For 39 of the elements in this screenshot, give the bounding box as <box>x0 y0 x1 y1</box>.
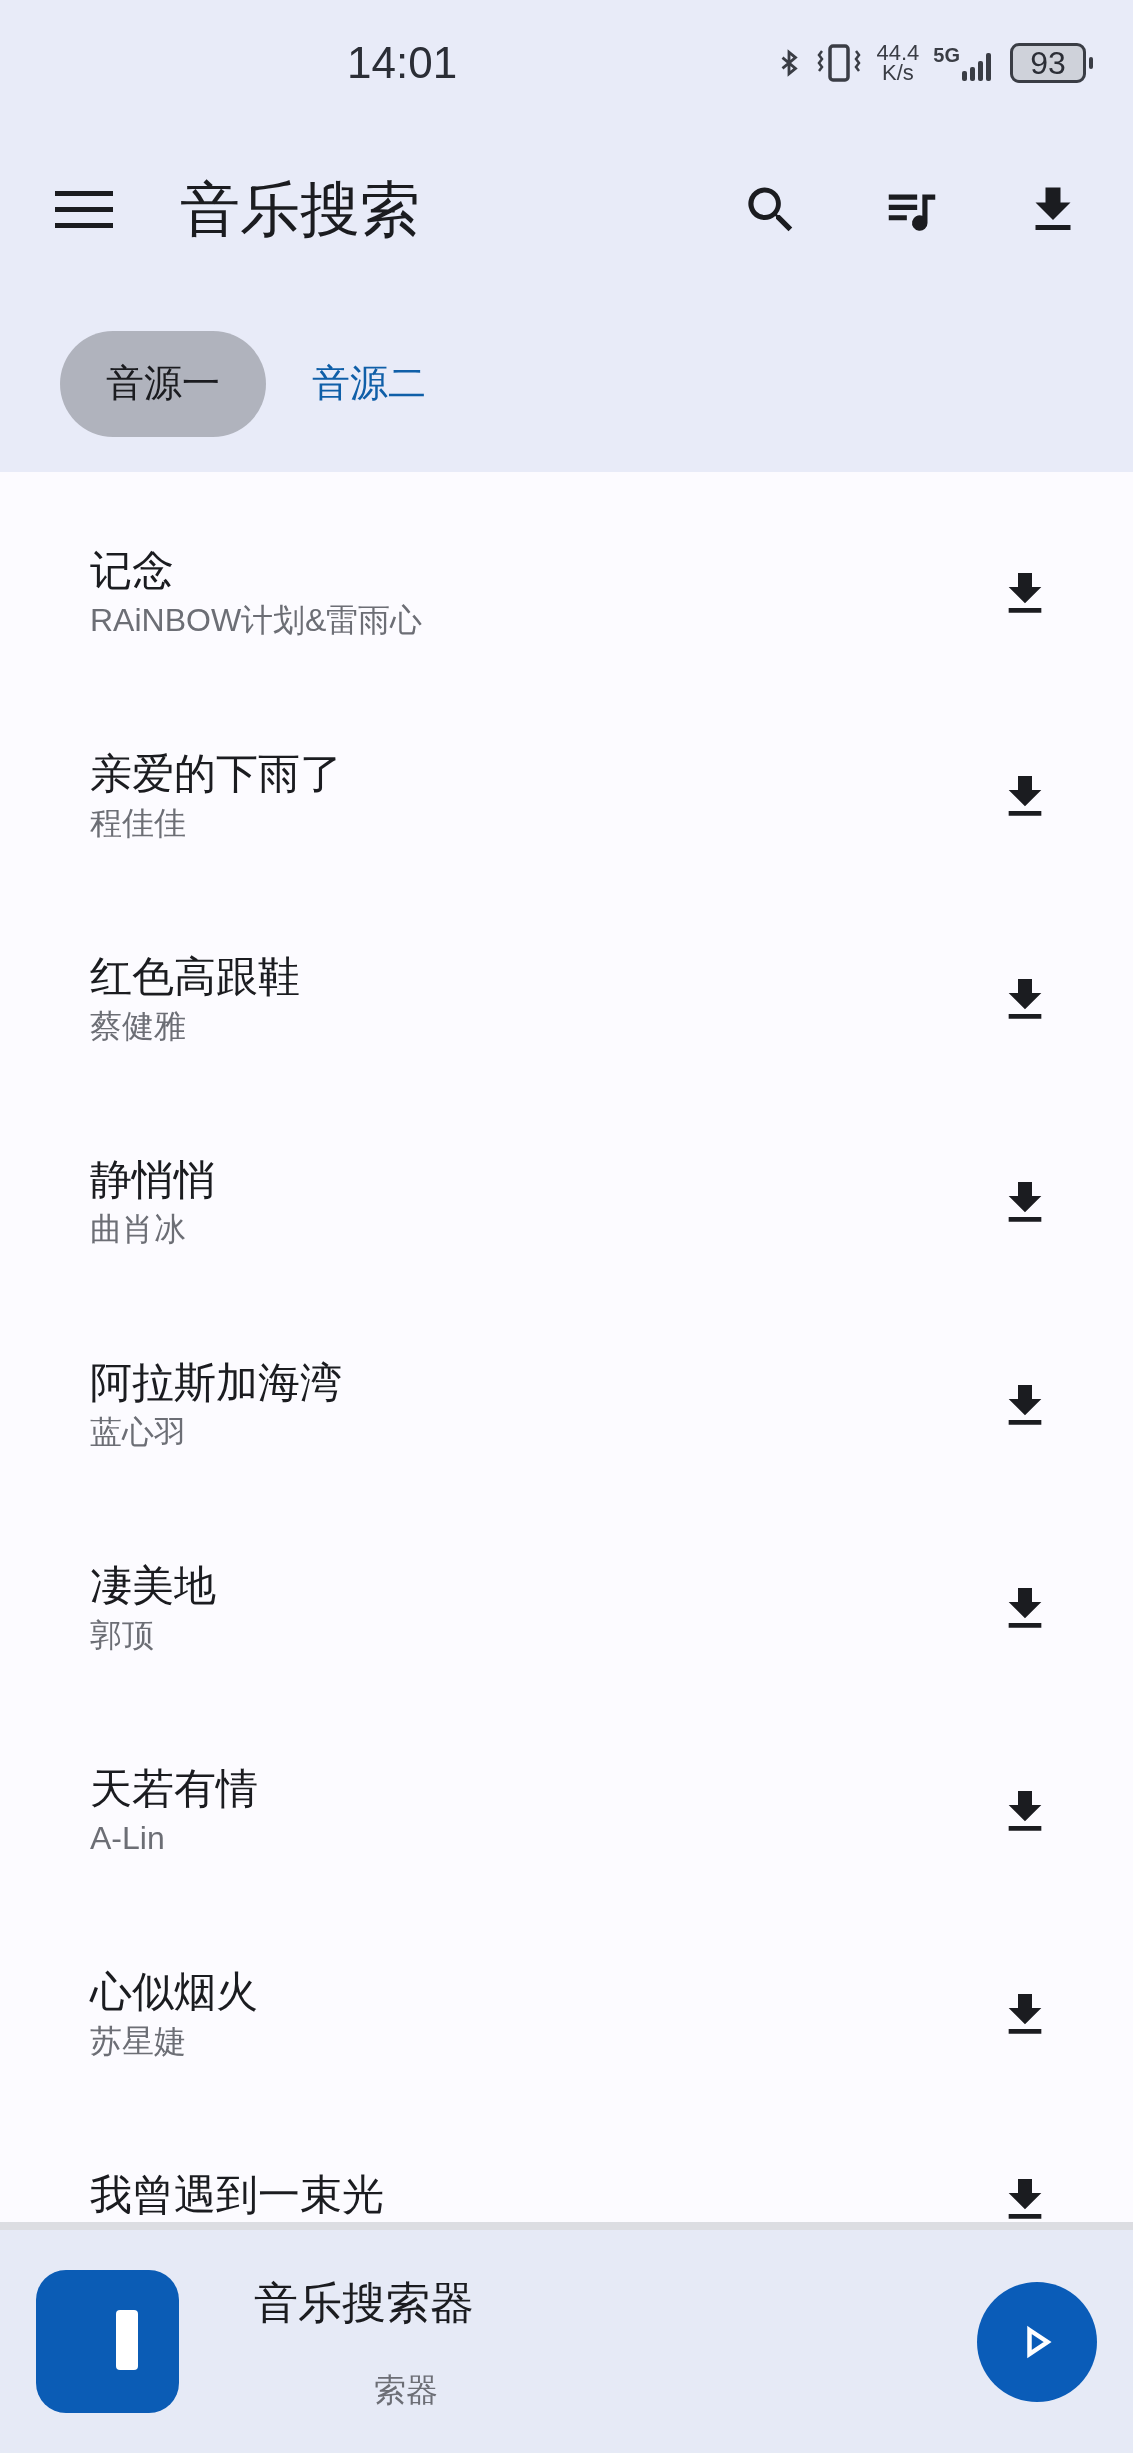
song-artist: 蓝心羽 <box>90 1412 187 1452</box>
song-title: 凄美地 <box>90 1562 216 1609</box>
song-title: 亲爱的下雨了 <box>90 750 342 797</box>
menu-icon[interactable] <box>55 189 113 231</box>
song-artist: 曲肖冰 <box>90 1209 187 1249</box>
song-artist: 蔡健雅 <box>90 1006 187 1046</box>
network-type: 5G <box>933 44 960 65</box>
source-tab[interactable]: 音源二 <box>278 330 460 437</box>
player-subtitle: 索器 <box>373 2370 439 2410</box>
song-title: 天若有情 <box>90 1765 258 1812</box>
status-time: 14:01 <box>347 36 458 89</box>
vibrate-icon <box>816 42 863 83</box>
song-row[interactable]: 亲爱的下雨了 程佳佳 <box>0 675 1133 878</box>
battery-level: 93 <box>1010 42 1086 83</box>
song-artist: 程佳佳 <box>90 803 187 843</box>
app-title: 音乐搜索 <box>180 175 420 245</box>
song-artist: 苏星婕 <box>90 2021 187 2061</box>
song-artist: RAiNBOW计划&雷雨心 <box>90 600 423 640</box>
song-artist: A-Lin <box>90 1818 166 1858</box>
song-row[interactable]: 凄美地 郭顶 <box>0 1487 1133 1690</box>
app-icon <box>36 2270 179 2413</box>
song-artist: 郭顶 <box>90 1615 155 1655</box>
song-row[interactable]: 记念 RAiNBOW计划&雷雨心 <box>0 472 1133 675</box>
song-row[interactable]: 静悄悄 曲肖冰 <box>0 1081 1133 1284</box>
song-row[interactable]: 我曾遇到一束光 <box>0 2096 1133 2222</box>
song-title: 阿拉斯加海湾 <box>90 1359 342 1406</box>
source-tab[interactable]: 音源一 <box>60 330 266 437</box>
song-title: 心似烟火 <box>90 1968 258 2015</box>
song-row[interactable]: 红色高跟鞋 蔡健雅 <box>0 878 1133 1081</box>
song-row[interactable]: 天若有情 A-Lin <box>0 1690 1133 1893</box>
song-title: 红色高跟鞋 <box>90 953 300 1000</box>
net-speed-value: 44.4 <box>876 42 920 63</box>
song-title: 静悄悄 <box>90 1156 216 1203</box>
net-speed-unit: K/s <box>882 62 914 83</box>
song-row[interactable]: 阿拉斯加海湾 蓝心羽 <box>0 1284 1133 1487</box>
song-row[interactable]: 心似烟火 苏星婕 <box>0 1893 1133 2096</box>
song-title: 记念 <box>90 547 175 594</box>
song-title: 我曾遇到一束光 <box>90 2172 384 2218</box>
player-title: 音乐搜索器 <box>254 2276 474 2329</box>
